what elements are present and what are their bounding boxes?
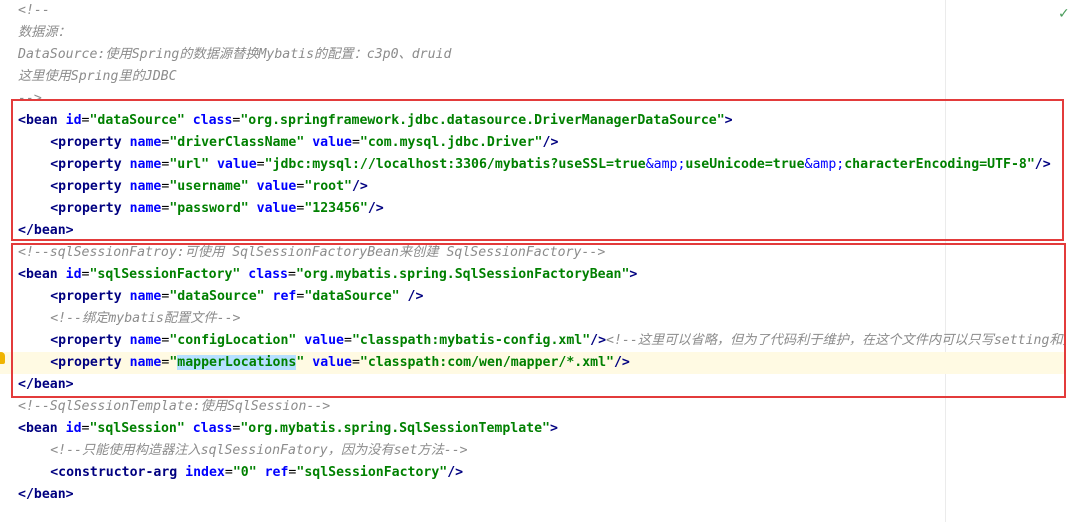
code-token-tag: <bean bbox=[18, 421, 66, 436]
code-line-content: DataSource:使用Spring的数据源替换Mybatis的配置：c3p0… bbox=[18, 44, 451, 66]
code-line[interactable]: DataSource:使用Spring的数据源替换Mybatis的配置：c3p0… bbox=[0, 44, 1066, 66]
code-token-comment: 数据源： bbox=[18, 25, 71, 40]
code-token-comment: <!-- bbox=[18, 3, 50, 18]
code-token-plain: = bbox=[224, 465, 233, 480]
datasource-highlight-box bbox=[11, 99, 1064, 241]
code-token-attr: id bbox=[65, 421, 82, 436]
code-line[interactable]: <bean id="sqlSession" class="org.mybatis… bbox=[0, 418, 1066, 440]
code-token-comment: <!--只能使用构造器注入sqlSessionFatory，因为没有set方法-… bbox=[50, 443, 468, 458]
sqlsessionfactory-highlight-box bbox=[11, 243, 1066, 398]
code-token-attr: ref bbox=[264, 465, 289, 480]
code-token-val: "sqlSessionFactory" bbox=[296, 465, 448, 480]
code-line-content: <constructor-arg index="0" ref="sqlSessi… bbox=[50, 462, 463, 484]
code-line-content: <bean id="sqlSession" class="org.mybatis… bbox=[18, 418, 558, 440]
code-token-comment: DataSource:使用Spring的数据源替换Mybatis的配置：c3p0… bbox=[18, 47, 452, 62]
code-line-content: 数据源： bbox=[18, 22, 71, 44]
code-line[interactable]: <constructor-arg index="0" ref="sqlSessi… bbox=[0, 462, 1066, 484]
code-line-content: <!--只能使用构造器注入sqlSessionFatory，因为没有set方法-… bbox=[50, 440, 467, 462]
code-token-val: "org.mybatis.spring.SqlSessionTemplate" bbox=[240, 421, 551, 436]
inspection-ok-icon: ✓ bbox=[1058, 6, 1070, 22]
code-token-attr: class bbox=[192, 421, 233, 436]
code-line[interactable]: 数据源： bbox=[0, 22, 1066, 44]
code-line-content: <!--SqlSessionTemplate:使用SqlSession--> bbox=[18, 396, 330, 418]
code-token-tag: > bbox=[550, 421, 558, 436]
code-line[interactable]: 这里使用Spring里的JDBC bbox=[0, 66, 1066, 88]
code-token-tag: <constructor-arg bbox=[50, 465, 186, 480]
code-token-comment: 这里使用Spring里的JDBC bbox=[18, 69, 177, 84]
code-line-content: </bean> bbox=[18, 484, 74, 506]
code-editor[interactable]: <!-- 数据源： DataSource:使用Spring的数据源替换Mybatis… bbox=[0, 0, 1072, 522]
code-line-content: 这里使用Spring里的JDBC bbox=[18, 66, 177, 88]
code-line[interactable]: <!--只能使用构造器注入sqlSessionFatory，因为没有set方法-… bbox=[0, 440, 1066, 462]
code-line-content: <!-- bbox=[18, 0, 50, 22]
code-token-val: "0" bbox=[232, 465, 265, 480]
code-token-comment: <!--SqlSessionTemplate:使用SqlSession--> bbox=[18, 399, 331, 414]
code-token-val: "sqlSession" bbox=[89, 421, 193, 436]
code-line[interactable]: <!--SqlSessionTemplate:使用SqlSession--> bbox=[0, 396, 1066, 418]
code-token-attr: index bbox=[185, 465, 225, 480]
code-line[interactable]: </bean> bbox=[0, 484, 1066, 506]
code-token-tag: /> bbox=[447, 465, 464, 480]
intention-bulb-icon[interactable] bbox=[0, 352, 5, 364]
code-token-tag: </bean> bbox=[18, 487, 74, 502]
code-line[interactable]: <!-- bbox=[0, 0, 1066, 22]
